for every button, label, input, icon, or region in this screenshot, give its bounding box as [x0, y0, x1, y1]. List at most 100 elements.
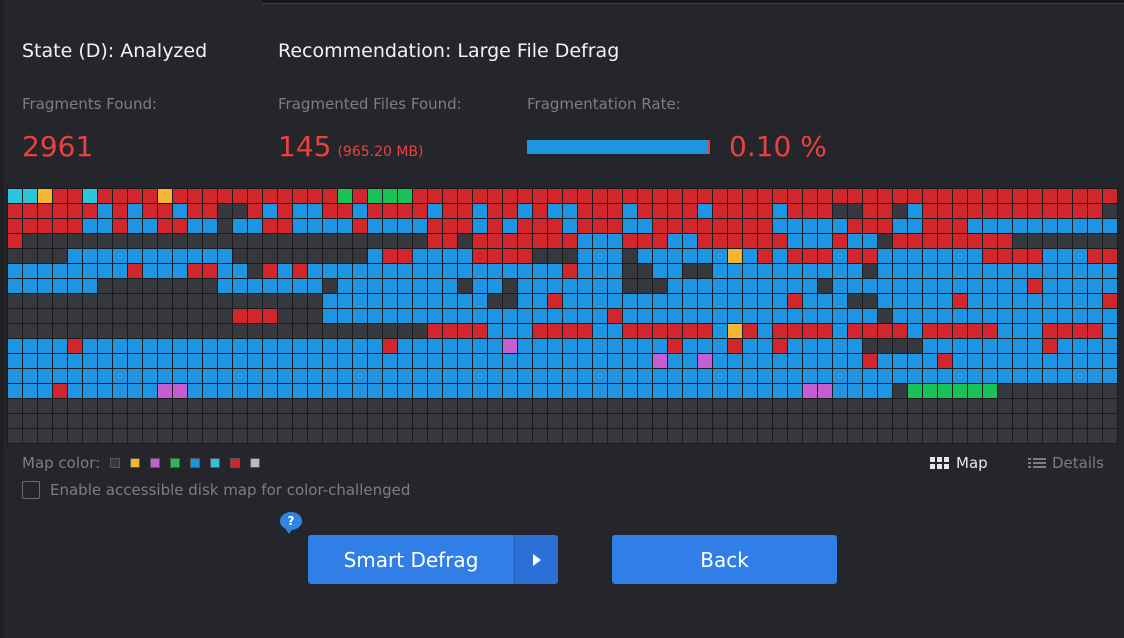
disk-block [878, 369, 892, 383]
disk-block [983, 279, 997, 293]
disk-block [1028, 324, 1042, 338]
disk-block [38, 309, 52, 323]
disk-block [143, 429, 157, 443]
disk-block [98, 354, 112, 368]
disk-block [98, 219, 112, 233]
disk-block [728, 429, 742, 443]
disk-block [518, 354, 532, 368]
disk-block [638, 234, 652, 248]
disk-block [368, 249, 382, 263]
disk-block [488, 234, 502, 248]
disk-block [278, 399, 292, 413]
disk-block [278, 309, 292, 323]
disk-block [758, 414, 772, 428]
disk-block [788, 354, 802, 368]
disk-block [713, 309, 727, 323]
disk-block [158, 324, 172, 338]
disk-block [818, 249, 832, 263]
disk-block [398, 384, 412, 398]
disk-block [803, 369, 817, 383]
disk-block [908, 384, 922, 398]
disk-block [848, 189, 862, 203]
disk-block [1073, 429, 1087, 443]
disk-block [68, 219, 82, 233]
disk-block [623, 429, 637, 443]
defrag-options-dropdown[interactable] [514, 535, 558, 584]
disk-block [593, 354, 607, 368]
disk-block [83, 279, 97, 293]
disk-block [608, 414, 622, 428]
disk-block [1013, 264, 1027, 278]
disk-block [1103, 279, 1117, 293]
disk-block [473, 204, 487, 218]
disk-block [1013, 429, 1027, 443]
disk-block [1073, 204, 1087, 218]
disk-block [668, 219, 682, 233]
disk-block [938, 324, 952, 338]
disk-block [143, 189, 157, 203]
disk-block [653, 324, 667, 338]
smart-defrag-button[interactable]: Smart Defrag [308, 535, 514, 584]
disk-block [503, 369, 517, 383]
disk-block [548, 339, 562, 353]
disk-block [668, 324, 682, 338]
disk-block [53, 339, 67, 353]
disk-block [518, 294, 532, 308]
disk-block [938, 249, 952, 263]
disk-block [443, 414, 457, 428]
disk-block [758, 204, 772, 218]
disk-block [83, 384, 97, 398]
disk-block [743, 219, 757, 233]
disk-block [923, 204, 937, 218]
disk-block [383, 354, 397, 368]
disk-block [713, 429, 727, 443]
disk-block [983, 324, 997, 338]
disk-block [983, 339, 997, 353]
disk-block [728, 399, 742, 413]
disk-block [368, 234, 382, 248]
legend-swatch [250, 458, 261, 468]
disk-block [263, 234, 277, 248]
disk-block [128, 189, 142, 203]
help-bubble-icon[interactable]: ? [280, 512, 302, 534]
disk-block [953, 399, 967, 413]
disk-block [848, 219, 862, 233]
disk-block [953, 354, 967, 368]
disk-block [428, 279, 442, 293]
disk-block [113, 234, 127, 248]
disk-block [98, 369, 112, 383]
details-view-toggle[interactable]: Details [1028, 454, 1104, 472]
back-button[interactable]: Back [612, 535, 837, 584]
disk-block [248, 309, 262, 323]
disk-block [923, 279, 937, 293]
disk-block [728, 189, 742, 203]
disk-block [983, 309, 997, 323]
disk-block [1088, 324, 1102, 338]
map-view-toggle[interactable]: Map [930, 454, 988, 472]
disk-block [1013, 294, 1027, 308]
disk-block [908, 339, 922, 353]
accessible-map-checkbox[interactable] [22, 481, 40, 499]
disk-block [458, 339, 472, 353]
disk-block [998, 324, 1012, 338]
disk-block [458, 354, 472, 368]
disk-block [758, 219, 772, 233]
disk-block [38, 339, 52, 353]
disk-block [203, 384, 217, 398]
disk-block [158, 399, 172, 413]
disk-block [923, 249, 937, 263]
disk-block [653, 219, 667, 233]
disk-block [713, 384, 727, 398]
disk-block [848, 279, 862, 293]
disk-block [188, 339, 202, 353]
disk-block [203, 309, 217, 323]
disk-block [53, 324, 67, 338]
disk-block [578, 414, 592, 428]
accessible-map-option[interactable]: Enable accessible disk map for color-cha… [22, 481, 410, 499]
disk-block [323, 309, 337, 323]
disk-block [638, 414, 652, 428]
disk-block [188, 204, 202, 218]
disk-block [773, 219, 787, 233]
disk-block [548, 429, 562, 443]
disk-block [368, 339, 382, 353]
